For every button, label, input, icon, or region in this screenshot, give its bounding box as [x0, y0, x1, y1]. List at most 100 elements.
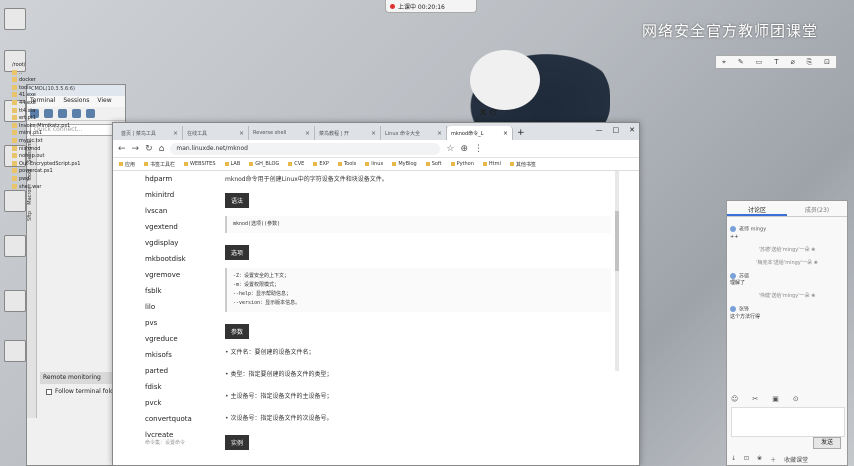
sidebar-command-link[interactable]: pvs	[145, 315, 215, 331]
list-item[interactable]: nishmod	[12, 145, 98, 154]
sidebar-command-link[interactable]: lvscan	[145, 203, 215, 219]
desktop-icon[interactable]	[4, 290, 26, 312]
add-icon[interactable]: ＋	[770, 455, 776, 464]
bookmark-item[interactable]: Soft	[426, 161, 442, 167]
browser-tab-active[interactable]: mknod命令_L ×	[447, 126, 513, 140]
bookmark-item[interactable]: Python	[451, 161, 474, 167]
list-item[interactable]: ..	[12, 69, 98, 78]
list-item[interactable]: Invoke-Mimikatz.ps1	[12, 122, 98, 131]
forward-icon[interactable]: →	[132, 144, 140, 154]
screen-icon[interactable]: ⊡	[744, 455, 749, 464]
send-button[interactable]: 发送	[813, 437, 841, 449]
pen-icon[interactable]: ✎	[738, 58, 744, 66]
star-icon[interactable]: ☆	[446, 144, 454, 154]
sidebar-command-link[interactable]: vgdisplay	[145, 235, 215, 251]
tab-members[interactable]: 成员(23)	[787, 201, 847, 216]
follow-terminal-folder-checkbox[interactable]: Follow terminal folder	[46, 388, 120, 395]
flower-icon[interactable]: ❀	[757, 455, 762, 464]
maximize-icon[interactable]: □	[613, 126, 620, 134]
bookmark-item[interactable]: CVE	[288, 161, 304, 167]
download-icon[interactable]: ↓	[731, 455, 736, 464]
back-icon[interactable]: ←	[118, 144, 126, 154]
browser-tab[interactable]: 首页 | 菜鸟工具 ×	[117, 126, 183, 140]
bookmark-item[interactable]: WEBSITES	[184, 161, 215, 167]
bookmark-item[interactable]: Tools	[338, 161, 356, 167]
clear-icon[interactable]: ⊡	[824, 58, 830, 66]
eraser-icon[interactable]: ⌀	[790, 58, 794, 66]
desktop-icon[interactable]	[4, 235, 26, 257]
bookmark-item[interactable]: linux	[365, 161, 383, 167]
settings-icon[interactable]: ⊙	[793, 395, 799, 403]
desktop-icon[interactable]	[4, 190, 26, 212]
list-item[interactable]: mypic.txt	[12, 137, 98, 146]
list-item[interactable]: powercat.ps1	[12, 168, 98, 176]
list-item[interactable]: pwd	[12, 175, 98, 184]
menu-icon[interactable]: ⋮	[474, 144, 483, 154]
close-icon[interactable]: ×	[437, 130, 442, 137]
sidebar-command-link[interactable]: vgremove	[145, 267, 215, 283]
browser-tab[interactable]: Linux 命令大全 ×	[381, 126, 447, 140]
bookmark-item[interactable]: EXP	[313, 161, 329, 167]
list-item[interactable]: Out-EncryptedScript.ps1	[12, 160, 98, 169]
browser-tab[interactable]: 菜鸟教程 | 开 ×	[315, 126, 381, 140]
list-item[interactable]: tools	[12, 84, 98, 93]
scrollbar[interactable]	[615, 171, 619, 371]
text-icon[interactable]: T	[774, 58, 778, 66]
sidebar-command-link[interactable]: vgreduce	[145, 331, 215, 347]
bookmark-item[interactable]: LAB	[225, 161, 241, 167]
tab-sftp[interactable]: Sftp	[27, 208, 33, 224]
sidebar-command-link[interactable]: mkbootdisk	[145, 251, 215, 267]
bookmark-item[interactable]: 书签工具栏	[144, 161, 175, 168]
recording-indicator[interactable]: 上课中 00:20:16	[385, 0, 477, 13]
desktop-icon[interactable]	[4, 8, 26, 30]
sidebar-command-link[interactable]: mkinitrd	[145, 187, 215, 203]
close-icon[interactable]: ×	[503, 130, 508, 137]
menu-view[interactable]: View	[97, 97, 111, 106]
tab-discussion[interactable]: 讨论区	[727, 201, 787, 216]
sidebar-command-link[interactable]: fdisk	[145, 379, 215, 395]
sidebar-footer[interactable]: 命令集：设置命令	[145, 439, 185, 446]
bookmark-item[interactable]: MyBlog	[392, 161, 416, 167]
list-item[interactable]: 41.exe	[12, 92, 98, 100]
bookmark-item[interactable]: 应用	[119, 161, 135, 168]
home-icon[interactable]: ⌂	[159, 144, 165, 154]
rectangle-icon[interactable]: ▭	[756, 58, 763, 66]
bookmark-item[interactable]: Html	[483, 161, 501, 167]
close-icon[interactable]: ×	[371, 130, 376, 137]
close-icon[interactable]: ×	[239, 130, 244, 137]
list-item[interactable]: tt4.sta	[12, 107, 98, 116]
list-item[interactable]: nohup.out	[12, 153, 98, 161]
chat-input[interactable]	[731, 407, 845, 437]
new-tab-button[interactable]: +	[513, 128, 529, 140]
sidebar-command-link[interactable]: fsblk	[145, 283, 215, 299]
list-item[interactable]: ert.pt1	[12, 115, 98, 123]
scrollbar-thumb[interactable]	[615, 211, 619, 271]
scissors-icon[interactable]: ✂	[752, 395, 758, 403]
close-icon[interactable]: ×	[305, 130, 310, 137]
minimize-icon[interactable]: —	[596, 126, 603, 134]
power-icon[interactable]: ⏻	[490, 108, 496, 118]
close-window-icon[interactable]: ✕	[629, 126, 635, 134]
browser-tab[interactable]: 在线工具 ×	[183, 126, 249, 140]
reload-icon[interactable]: ↻	[145, 144, 153, 154]
copy-icon[interactable]: ⎘	[807, 58, 813, 67]
bookmark-item[interactable]: 其他书签	[510, 161, 536, 168]
list-item[interactable]: docker	[12, 77, 98, 85]
list-item[interactable]: mimi.ps1	[12, 130, 98, 138]
extension-icon[interactable]: ⊕	[460, 144, 468, 154]
list-item[interactable]: shell.war	[12, 183, 98, 192]
browser-tab[interactable]: Reverse shell ×	[249, 126, 315, 140]
path-field[interactable]: /root/	[12, 62, 98, 70]
url-input[interactable]: man.linuxde.net/mknod	[170, 142, 441, 155]
sidebar-command-link[interactable]: parted	[145, 363, 215, 379]
sidebar-command-link[interactable]: hdparm	[145, 171, 215, 187]
list-item[interactable]: 44.exe	[12, 99, 98, 108]
image-icon[interactable]: ▣	[772, 395, 779, 403]
sidebar-command-link[interactable]: pvck	[145, 395, 215, 411]
emoji-icon[interactable]: ☺	[731, 395, 738, 403]
close-icon[interactable]: ×	[173, 130, 178, 137]
sidebar-command-link[interactable]: lilo	[145, 299, 215, 315]
sidebar-command-link[interactable]: vgextend	[145, 219, 215, 235]
x-server-icon[interactable]: X	[480, 108, 486, 118]
bookmark-item[interactable]: GH_BLOG	[249, 161, 279, 167]
